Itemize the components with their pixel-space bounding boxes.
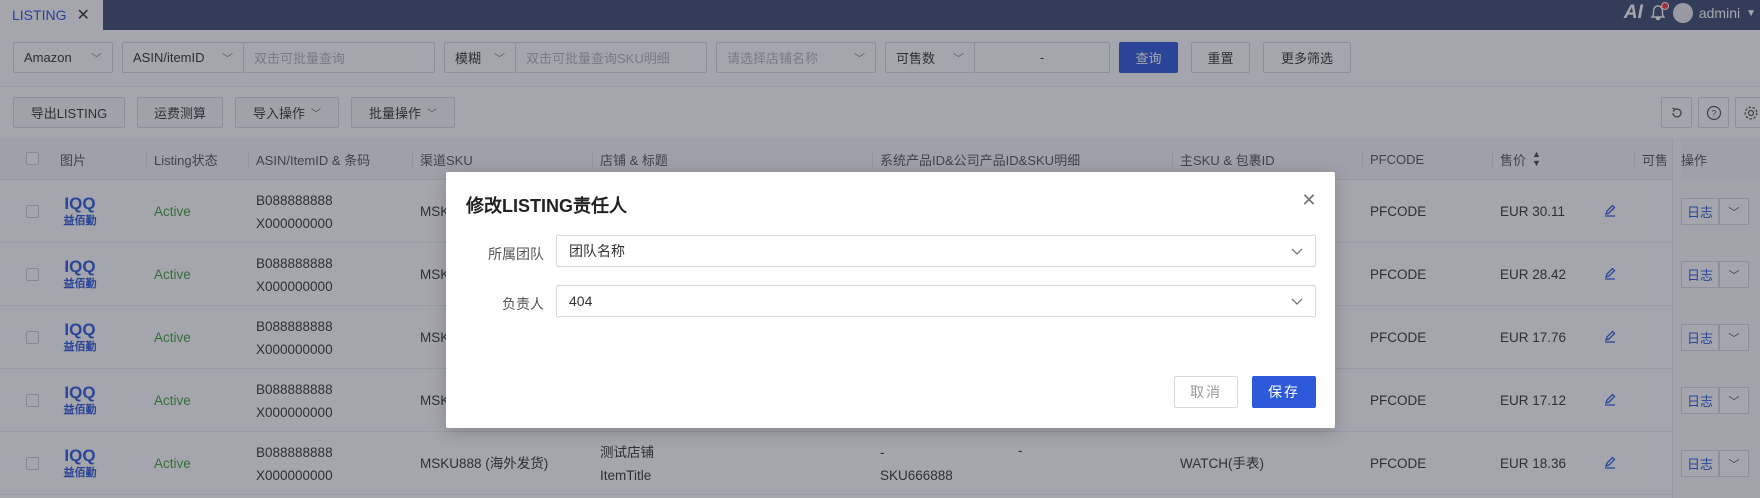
owner-select-value: 404 <box>569 293 593 309</box>
cancel-button[interactable]: 取消 <box>1174 376 1238 408</box>
owner-select[interactable]: 404 <box>556 285 1316 317</box>
chevron-down-icon <box>1291 293 1303 309</box>
team-select-value: 团队名称 <box>569 243 625 259</box>
save-button[interactable]: 保存 <box>1252 376 1316 408</box>
edit-owner-dialog: 修改LISTING责任人 ✕ 所属团队 团队名称 负责人 404 取消 保存 <box>446 172 1335 428</box>
close-icon[interactable]: ✕ <box>1299 190 1319 210</box>
owner-label: 负责人 <box>502 296 544 312</box>
chevron-down-icon <box>1291 243 1303 259</box>
team-label: 所属团队 <box>488 246 544 262</box>
dialog-title: 修改LISTING责任人 <box>466 196 627 216</box>
team-select[interactable]: 团队名称 <box>556 235 1316 267</box>
